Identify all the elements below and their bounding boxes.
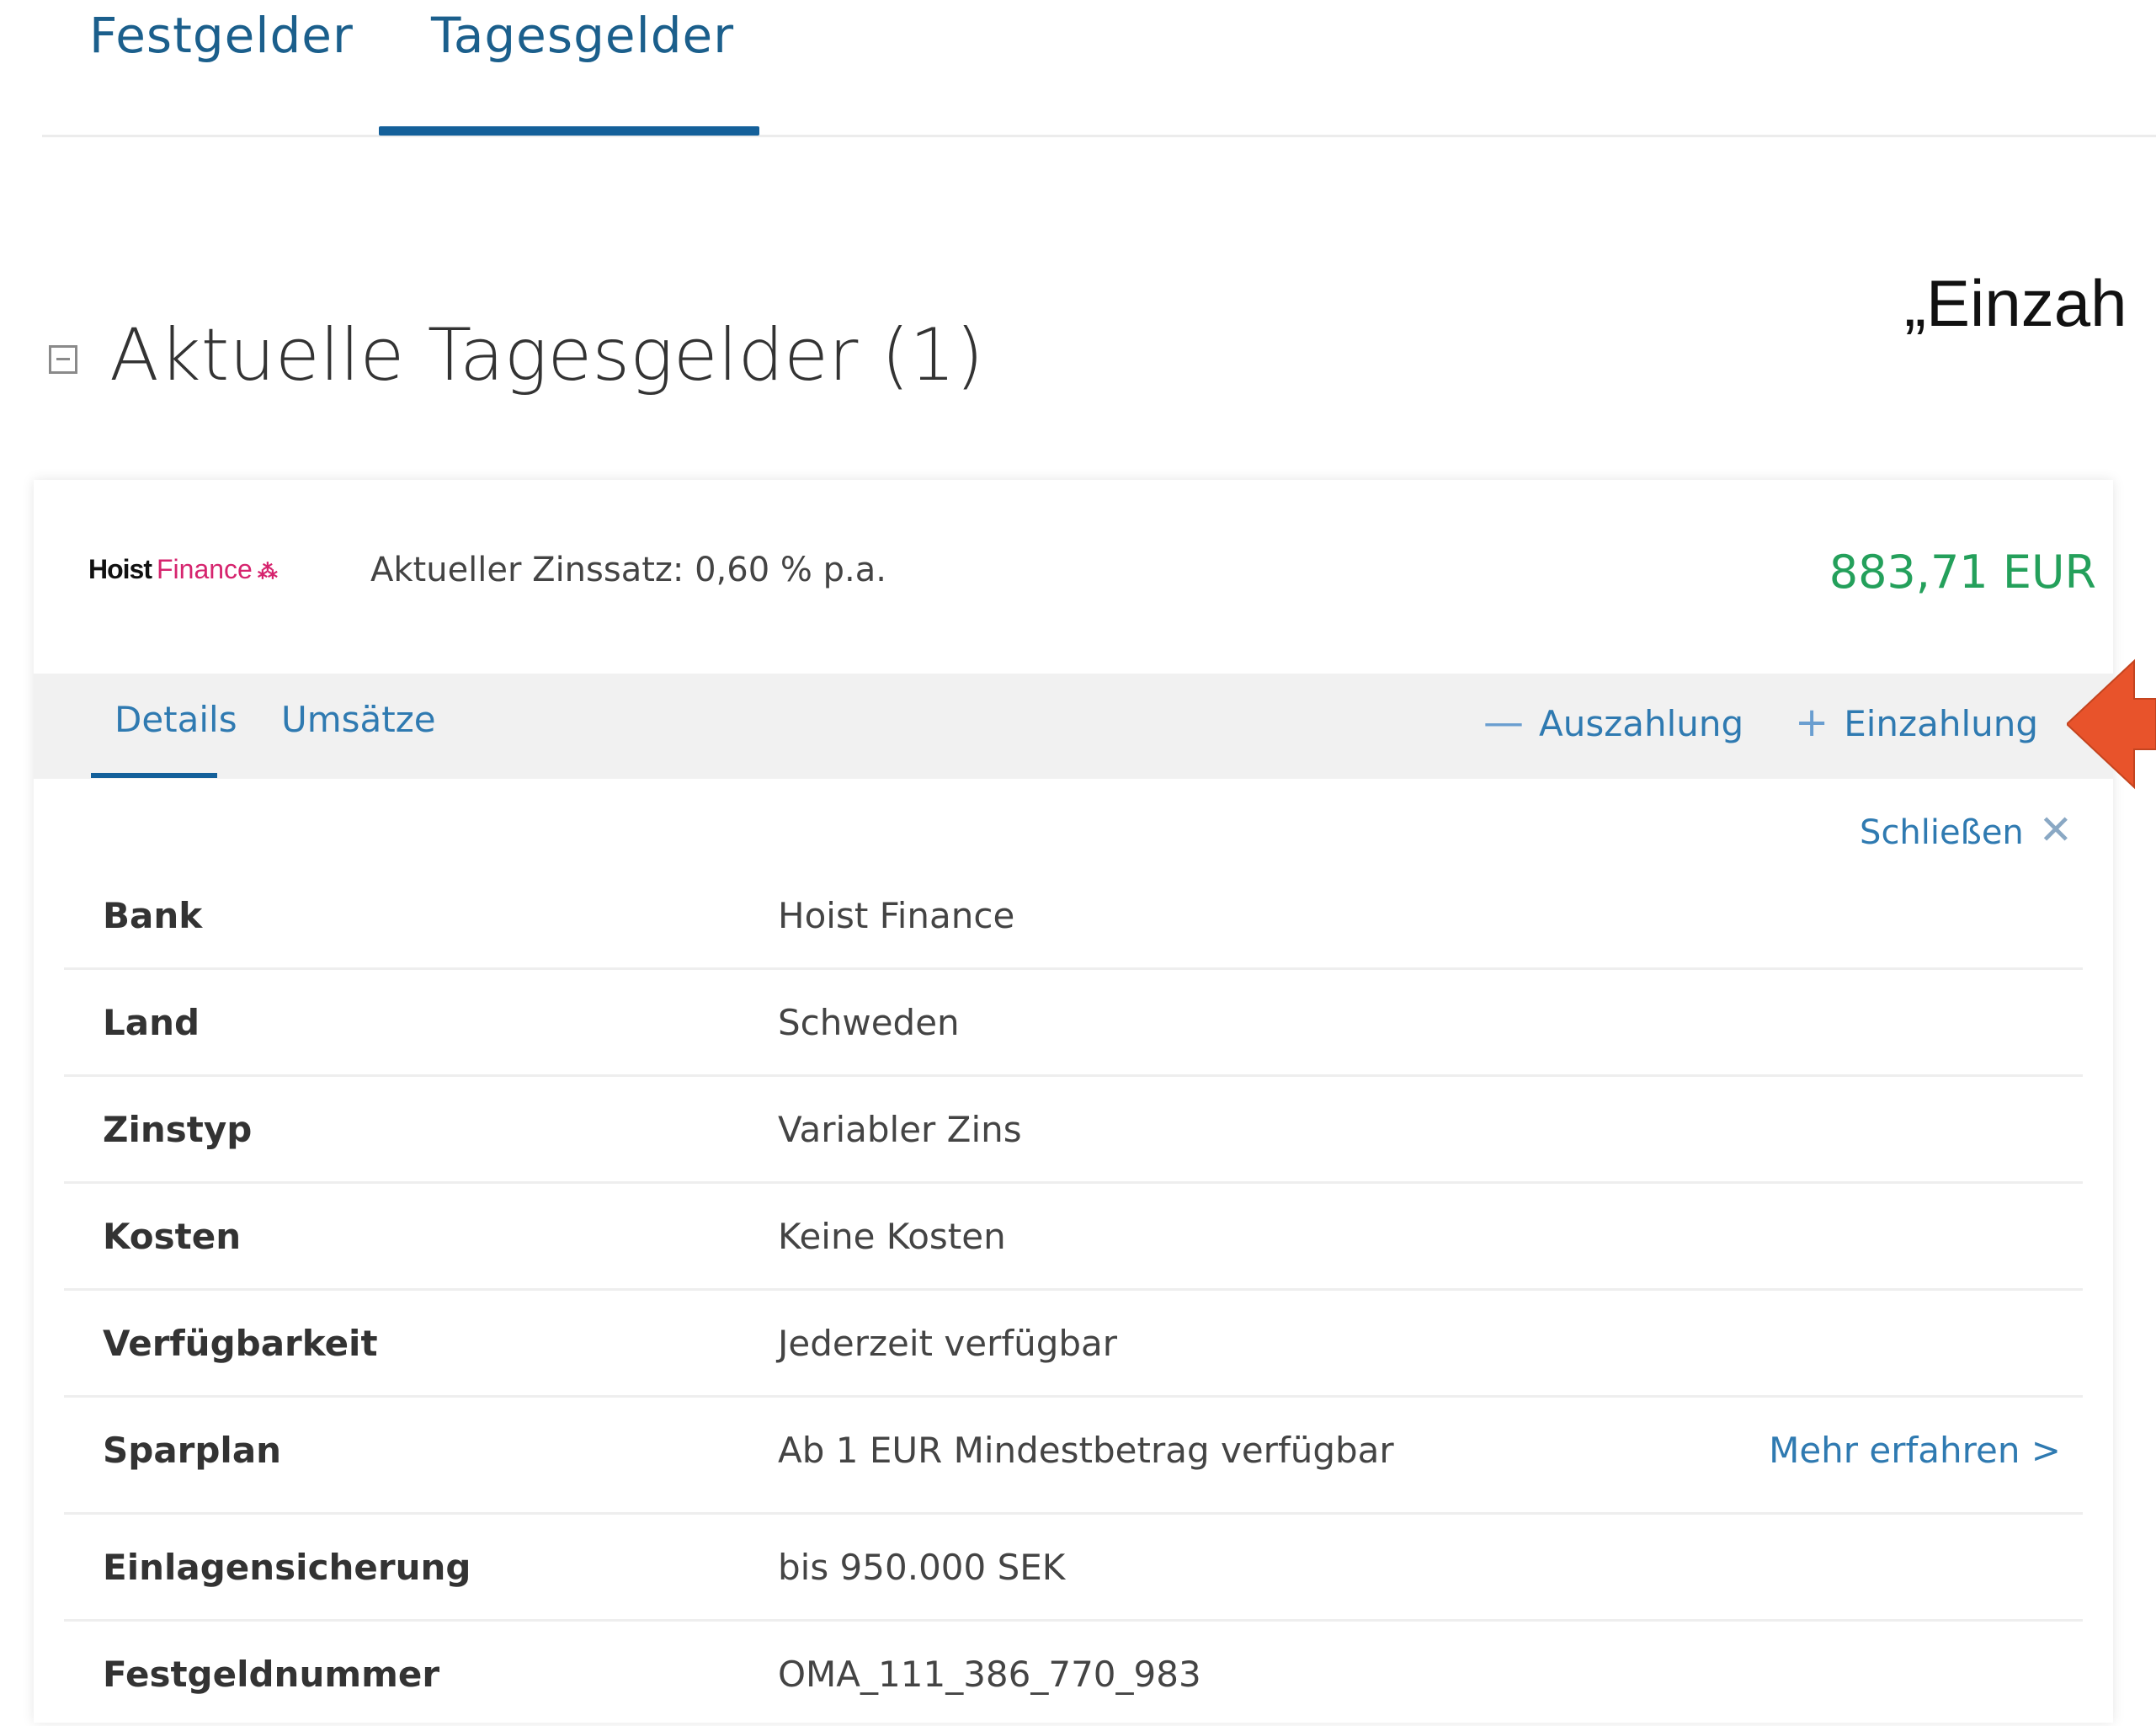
- mehr-erfahren-link[interactable]: Mehr erfahren >: [1769, 1430, 2061, 1471]
- table-row: Kosten Keine Kosten: [64, 1184, 2083, 1291]
- plus-icon: +: [1795, 699, 1829, 746]
- pointer-arrow-icon: [2067, 658, 2156, 790]
- auszahlung-button[interactable]: — Auszahlung: [1483, 699, 1743, 746]
- logo-text-hoist: Hoist: [88, 554, 152, 584]
- tab-festgelder[interactable]: Festgelder: [89, 7, 354, 64]
- details-table: Bank Hoist Finance Land Schweden Zinstyp…: [64, 863, 2083, 1726]
- minus-icon: —: [1483, 699, 1524, 746]
- row-value: bis 950.000 SEK: [778, 1547, 1066, 1588]
- logo-text-finance: Finance: [157, 554, 253, 584]
- tabs-baseline: [42, 135, 2156, 137]
- einzahlung-button[interactable]: + Einzahlung: [1795, 699, 2038, 746]
- auszahlung-label: Auszahlung: [1539, 703, 1744, 744]
- account-card: Hoist Finance ⁂ Aktueller Zinssatz: 0,60 %…: [34, 480, 2113, 1723]
- row-value: Keine Kosten: [778, 1216, 1006, 1257]
- row-label: Einlagensicherung: [103, 1547, 471, 1588]
- row-value: OMA_111_386_770_983: [778, 1654, 1201, 1695]
- logo-mark-icon: ⁂: [257, 561, 278, 583]
- row-label: Kosten: [103, 1216, 242, 1257]
- interest-rate: Aktueller Zinssatz: 0,60 % p.a.: [370, 551, 886, 589]
- table-row: Einlagensicherung bis 950.000 SEK: [64, 1515, 2083, 1622]
- row-value: Hoist Finance: [778, 895, 1015, 936]
- account-balance: 883,71 EUR: [1829, 546, 2096, 599]
- row-label: Land: [103, 1002, 200, 1043]
- tab-tagesgelder[interactable]: Tagesgelder: [431, 7, 734, 64]
- row-value: Ab 1 EUR Mindestbetrag verfügbar: [778, 1430, 1394, 1471]
- active-tab-indicator: [379, 126, 759, 136]
- table-row: Zinstyp Variabler Zins: [64, 1077, 2083, 1184]
- close-button[interactable]: Schließen ✕: [1860, 807, 2073, 854]
- product-tabs: Festgelder Tagesgelder: [42, 0, 2156, 139]
- bank-logo: Hoist Finance ⁂: [88, 554, 278, 585]
- subtab-details[interactable]: Details: [114, 699, 237, 740]
- row-value: Jederzeit verfügbar: [778, 1323, 1118, 1364]
- row-label: Verfügbarkeit: [103, 1323, 378, 1364]
- row-value: Schweden: [778, 1002, 960, 1043]
- section-title: Aktuelle Tagesgelder (1): [109, 313, 984, 397]
- row-value: Variabler Zins: [778, 1109, 1022, 1150]
- table-row: Sparplan Ab 1 EUR Mindestbetrag verfügba…: [64, 1398, 2083, 1515]
- subtab-umsaetze[interactable]: Umsätze: [281, 699, 436, 740]
- row-label: Zinstyp: [103, 1109, 253, 1150]
- table-row: Bank Hoist Finance: [64, 863, 2083, 970]
- table-row: Verfügbarkeit Jederzeit verfügbar: [64, 1291, 2083, 1398]
- annotation-text: „Einzah: [1904, 266, 2127, 340]
- active-subtab-indicator: [91, 773, 217, 778]
- table-row: Land Schweden: [64, 970, 2083, 1077]
- row-label: Festgeldnummer: [103, 1654, 440, 1695]
- close-icon: ✕: [2038, 807, 2073, 854]
- einzahlung-label: Einzahlung: [1844, 703, 2039, 744]
- collapse-icon[interactable]: [49, 345, 77, 374]
- close-label: Schließen: [1860, 813, 2024, 852]
- table-row: Festgeldnummer OMA_111_386_770_983: [64, 1622, 2083, 1726]
- row-label: Bank: [103, 895, 203, 936]
- card-toolbar: Details Umsätze — Auszahlung + Einzahlung: [34, 674, 2113, 779]
- row-label: Sparplan: [103, 1430, 282, 1471]
